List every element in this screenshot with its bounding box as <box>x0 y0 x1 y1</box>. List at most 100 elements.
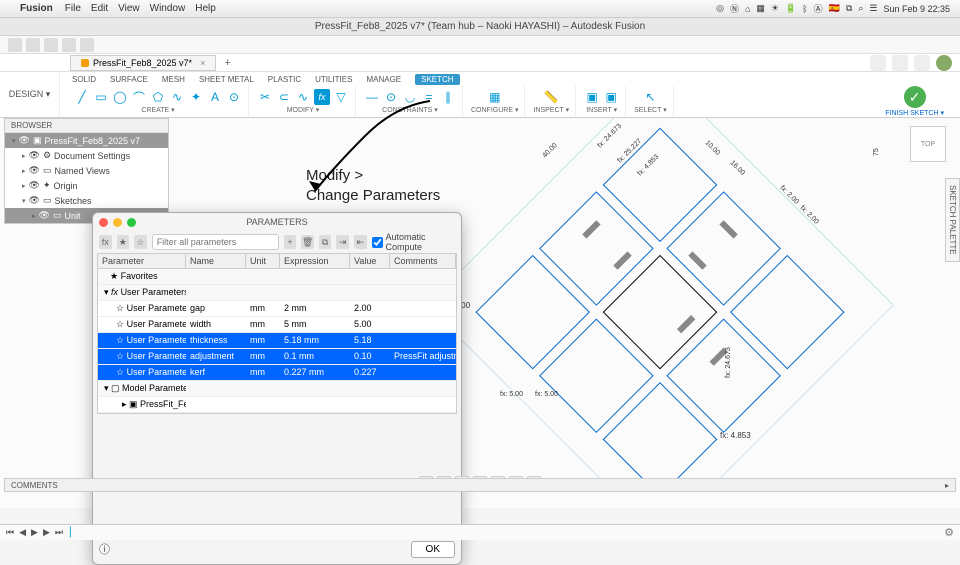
select-group: ↖ SELECT ▾ <box>628 86 674 117</box>
timeline-prev-icon[interactable]: ◀ <box>19 527 26 538</box>
parameter-row[interactable]: ☆ User Parameterwidthmm5 mm5.00 <box>98 317 456 333</box>
col-value[interactable]: Value <box>350 254 390 268</box>
viewcube[interactable]: TOP <box>910 126 946 162</box>
sketch-palette-tab[interactable]: SKETCH PALETTE <box>945 178 960 262</box>
parallel-icon[interactable]: ∥ <box>440 89 456 105</box>
auto-compute-checkbox[interactable] <box>372 237 383 248</box>
user-params-group[interactable]: ▾ fx User Parameters <box>98 285 456 301</box>
parameter-row[interactable]: ☆ User Parametergapmm2 mm2.00 <box>98 301 456 317</box>
favorites-group[interactable]: ★ Favorites <box>98 269 456 285</box>
help-icon[interactable] <box>914 55 930 71</box>
comments-bar[interactable]: COMMENTS ▸ <box>4 478 956 492</box>
timeline-end-icon[interactable]: ⏭ <box>55 527 63 538</box>
timeline-next-icon[interactable]: ▶ <box>43 527 50 538</box>
workspace-dropdown[interactable]: DESIGN ▾ <box>0 72 60 117</box>
star-outline-icon[interactable]: ☆ <box>134 235 147 249</box>
settings-icon[interactable]: ⚙ <box>944 526 954 539</box>
polygon-icon[interactable]: ⬠ <box>150 89 166 105</box>
slot-icon[interactable]: ⊙ <box>226 89 242 105</box>
mirror-icon[interactable]: ▽ <box>333 89 349 105</box>
line-icon[interactable]: ╱ <box>74 89 90 105</box>
equal-icon[interactable]: = <box>421 89 437 105</box>
trim-icon[interactable]: ✂ <box>257 89 273 105</box>
parameter-row[interactable]: ☆ User Parameterthicknessmm5.18 mm5.18 <box>98 333 456 349</box>
import-icon[interactable]: ⇥ <box>336 235 349 249</box>
browser-item[interactable]: ▸ 👁 ▭ Named Views <box>5 163 168 178</box>
col-name[interactable]: Name <box>186 254 246 268</box>
timeline-start-icon[interactable]: ⏮ <box>6 527 14 538</box>
star-icon[interactable]: ★ <box>117 235 130 249</box>
tab-utilities[interactable]: UTILITIES <box>315 75 352 84</box>
parameter-row[interactable]: ☆ User Parameteradjustmentmm0.1 mm0.10Pr… <box>98 349 456 365</box>
horizontal-icon[interactable]: ― <box>364 89 380 105</box>
point-icon[interactable]: ✦ <box>188 89 204 105</box>
doc-tab[interactable]: PressFit_Feb8_2025 v7* × <box>70 55 216 71</box>
browser-item[interactable]: ▾ 👁 ▣ PressFit_Feb8_2025 v7 <box>5 133 168 148</box>
menu-edit[interactable]: Edit <box>91 3 108 14</box>
offset-icon[interactable]: ∿ <box>295 89 311 105</box>
save-icon[interactable] <box>44 38 58 52</box>
app-name[interactable]: Fusion <box>20 3 53 14</box>
model-child[interactable]: ▸ ▣ PressFit_Feb8... <box>98 397 456 413</box>
inspect-icon[interactable]: 📏 <box>543 89 559 105</box>
redo-icon[interactable] <box>80 38 94 52</box>
menu-file[interactable]: File <box>65 3 81 14</box>
insert-icon[interactable]: ▣ <box>584 89 600 105</box>
select-icon[interactable]: ↖ <box>642 89 658 105</box>
auto-compute-toggle[interactable]: Automatic Compute <box>372 232 456 252</box>
fx-icon[interactable]: fx <box>99 235 112 249</box>
circle-icon[interactable]: ◯ <box>112 89 128 105</box>
extensions-icon[interactable] <box>870 55 886 71</box>
search-icon[interactable]: ⌕ <box>858 3 863 14</box>
browser-item[interactable]: ▾ 👁 ▭ Sketches <box>5 193 168 208</box>
apps-icon[interactable] <box>8 38 22 52</box>
expand-icon[interactable]: ▸ <box>945 481 949 490</box>
clock[interactable]: Sun Feb 9 22:35 <box>883 4 950 14</box>
tab-surface[interactable]: SURFACE <box>110 75 148 84</box>
rectangle-icon[interactable]: ▭ <box>93 89 109 105</box>
tab-sheetmetal[interactable]: SHEET METAL <box>199 75 254 84</box>
menu-view[interactable]: View <box>118 3 140 14</box>
tab-plastic[interactable]: PLASTIC <box>268 75 301 84</box>
menu-help[interactable]: Help <box>195 3 216 14</box>
extend-icon[interactable]: ⊂ <box>276 89 292 105</box>
insert-icon2[interactable]: ▣ <box>603 89 619 105</box>
file-icon[interactable] <box>26 38 40 52</box>
control-center-icon[interactable]: ☰ <box>869 3 877 14</box>
tab-mesh[interactable]: MESH <box>162 75 185 84</box>
add-icon[interactable]: + <box>284 235 297 249</box>
browser-item[interactable]: ▸ 👁 ✦ Origin <box>5 178 168 193</box>
text-icon[interactable]: A <box>207 89 223 105</box>
undo-icon[interactable] <box>62 38 76 52</box>
timeline-play-icon[interactable]: ▶ <box>31 527 38 538</box>
col-parameter[interactable]: Parameter <box>98 254 186 268</box>
filter-input[interactable] <box>152 234 279 250</box>
col-unit[interactable]: Unit <box>246 254 280 268</box>
model-params-group[interactable]: ▾ ▢ Model Parameters <box>98 381 456 397</box>
timeline-marker-icon[interactable]: ⎮ <box>68 527 73 538</box>
coincident-icon[interactable]: ◡ <box>402 89 418 105</box>
info-icon[interactable]: ⓘ <box>99 541 110 558</box>
spline-icon[interactable]: ∿ <box>169 89 185 105</box>
avatar[interactable] <box>936 55 952 71</box>
finish-sketch-button[interactable]: ✓ FINISH SKETCH ▾ <box>877 86 952 117</box>
delete-icon[interactable]: 🗑 <box>301 235 314 249</box>
copy-icon[interactable]: ⧉ <box>319 235 332 249</box>
close-tab-icon[interactable]: × <box>200 58 205 68</box>
notifications-icon[interactable] <box>892 55 908 71</box>
tab-solid[interactable]: SOLID <box>72 75 96 84</box>
configure-icon[interactable]: ▦ <box>487 89 503 105</box>
col-comments[interactable]: Comments <box>390 254 456 268</box>
dimension-icon[interactable]: ⊙ <box>383 89 399 105</box>
parameter-row[interactable]: ☆ User Parameterkerfmm0.227 mm0.227 <box>98 365 456 381</box>
ok-button[interactable]: OK <box>411 541 455 558</box>
tab-sketch[interactable]: SKETCH <box>415 74 459 85</box>
arc-icon[interactable]: ⌒ <box>131 89 147 105</box>
export-icon[interactable]: ⇤ <box>354 235 367 249</box>
change-parameters-icon[interactable]: fx <box>314 89 330 105</box>
tab-manage[interactable]: MANAGE <box>366 75 401 84</box>
menu-window[interactable]: Window <box>150 3 186 14</box>
browser-item[interactable]: ▸ 👁 ⚙ Document Settings <box>5 148 168 163</box>
new-tab-button[interactable]: + <box>220 57 234 69</box>
col-expression[interactable]: Expression <box>280 254 350 268</box>
